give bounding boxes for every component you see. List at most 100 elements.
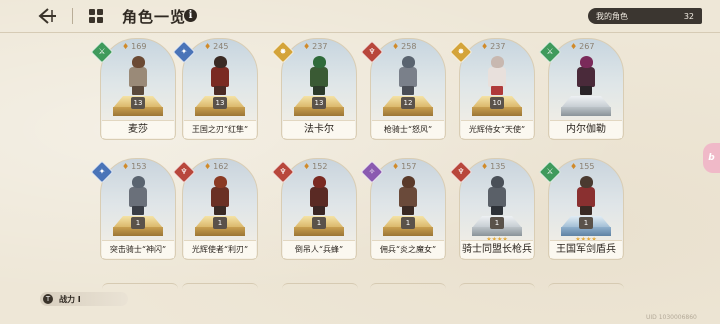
character-power: 237 (312, 42, 328, 51)
flame-icon: ♦ (392, 42, 400, 51)
level-badge: 1 (579, 217, 593, 229)
back-arrow-icon[interactable] (34, 6, 58, 26)
level-badge: 13 (213, 97, 227, 109)
level-badge: 1 (312, 217, 326, 229)
character-name: 光辉侍女“天使” (461, 120, 533, 138)
character-sprite (574, 174, 598, 216)
flame-icon: ♦ (122, 42, 130, 51)
character-card[interactable]: ♦ 258 12 枪骑士“怒风” ♆ (360, 38, 446, 140)
character-power: 157 (401, 162, 417, 171)
top-bar: 角色一览 i 我的角色 32 (0, 0, 720, 32)
header-rule (0, 32, 720, 33)
next-row-card-edge (102, 283, 178, 289)
my-characters-count: 32 (683, 11, 694, 21)
character-card[interactable]: ♦ 135 1 ★★★★ 骑士同盟长枪兵 ♆ (449, 158, 535, 260)
power-display: ♦ 152 (303, 162, 327, 171)
flame-icon: ♦ (303, 162, 311, 171)
header-divider (72, 8, 73, 24)
character-name: 王国之刃“红隼” (184, 120, 256, 138)
character-name: 骑士同盟长枪兵 (461, 240, 533, 258)
character-name: 王国军剑盾兵 (550, 240, 622, 258)
grid-menu-icon[interactable] (89, 9, 103, 23)
character-name: 内尔伽勒 (550, 120, 622, 138)
level-badge: 1 (490, 217, 504, 229)
sort-icon: T (43, 294, 53, 304)
character-sprite (574, 54, 598, 96)
power-sort-label: 战力 Ⅰ (59, 294, 81, 304)
character-power: 169 (131, 42, 147, 51)
character-power: 155 (579, 162, 595, 171)
character-power: 267 (579, 42, 595, 51)
pedestal (561, 96, 611, 116)
character-name: 倒吊人“兵蜂” (283, 240, 355, 258)
character-card[interactable]: ♦ 237 10 光辉侍女“天使” ✸ (449, 38, 535, 140)
side-drawer-tab[interactable]: b (703, 143, 720, 173)
power-display: ♦ 155 (570, 162, 594, 171)
character-sprite (396, 54, 420, 96)
flame-icon: ♦ (392, 162, 400, 171)
character-power: 245 (213, 42, 229, 51)
character-name: 佣兵“炎之魔女” (372, 240, 444, 258)
my-characters-counter: 我的角色 32 (588, 8, 702, 24)
power-sort-button[interactable]: T 战力 Ⅰ (40, 292, 128, 306)
flame-icon: ♦ (570, 42, 578, 51)
character-card[interactable]: ♦ 152 1 倒吊人“兵蜂” ♆ (271, 158, 357, 260)
power-display: ♦ 157 (392, 162, 416, 171)
level-badge: 1 (213, 217, 227, 229)
character-name: 光辉使者“利刃” (184, 240, 256, 258)
character-card[interactable]: ♦ 237 13 法卡尔 ✸ (271, 38, 357, 140)
flame-icon: ♦ (122, 162, 130, 171)
character-card[interactable]: ♦ 162 1 光辉使者“利刃” ♆ (172, 158, 258, 260)
character-sprite (208, 54, 232, 96)
power-display: ♦ 153 (122, 162, 146, 171)
power-display: ♦ 135 (481, 162, 505, 171)
page-title: 角色一览 (122, 8, 187, 26)
character-card[interactable]: ♦ 157 1 佣兵“炎之魔女” ✧ (360, 158, 446, 260)
character-power: 258 (401, 42, 417, 51)
character-power: 237 (490, 42, 506, 51)
character-power: 135 (490, 162, 506, 171)
character-card[interactable]: ♦ 155 1 ★★★★ 王国军剑盾兵 ⚔ (538, 158, 624, 260)
flame-icon: ♦ (481, 162, 489, 171)
character-sprite (307, 174, 331, 216)
power-display: ♦ 237 (303, 42, 327, 51)
character-power: 153 (131, 162, 147, 171)
next-row-card-edge (459, 283, 535, 289)
power-display: ♦ 245 (204, 42, 228, 51)
flame-icon: ♦ (204, 42, 212, 51)
power-display: ♦ 169 (122, 42, 146, 51)
level-badge: 13 (131, 97, 145, 109)
character-sprite (485, 174, 509, 216)
character-card[interactable]: ♦ 169 13 麦莎 ⚔ (90, 38, 176, 140)
next-row-card-edge (282, 283, 358, 289)
level-badge: 10 (490, 97, 504, 109)
character-sprite (126, 174, 150, 216)
character-card[interactable]: ♦ 153 1 突击骑士“神闪” ✦ (90, 158, 176, 260)
flame-icon: ♦ (204, 162, 212, 171)
character-sprite (126, 54, 150, 96)
level-badge: 1 (131, 217, 145, 229)
character-sprite (485, 54, 509, 96)
character-name: 枪骑士“怒风” (372, 120, 444, 138)
character-name: 突击骑士“神闪” (102, 240, 174, 258)
level-badge: 13 (312, 97, 326, 109)
character-card[interactable]: ♦ 245 13 王国之刃“红隼” ✦ (172, 38, 258, 140)
next-row-card-edge (548, 283, 624, 289)
flame-icon: ♦ (481, 42, 489, 51)
character-name: 麦莎 (102, 120, 174, 138)
flame-icon: ♦ (570, 162, 578, 171)
character-power: 152 (312, 162, 328, 171)
uid-label: UID 1030006860 (646, 314, 697, 321)
power-display: ♦ 162 (204, 162, 228, 171)
character-power: 162 (213, 162, 229, 171)
character-card[interactable]: ♦ 267 内尔伽勒 ⚔ (538, 38, 624, 140)
info-icon[interactable]: i (184, 9, 197, 22)
power-display: ♦ 267 (570, 42, 594, 51)
level-badge: 12 (401, 97, 415, 109)
next-row-card-edge (370, 283, 446, 289)
level-badge: 1 (401, 217, 415, 229)
character-sprite (396, 174, 420, 216)
power-display: ♦ 237 (481, 42, 505, 51)
character-sprite (307, 54, 331, 96)
power-display: ♦ 258 (392, 42, 416, 51)
